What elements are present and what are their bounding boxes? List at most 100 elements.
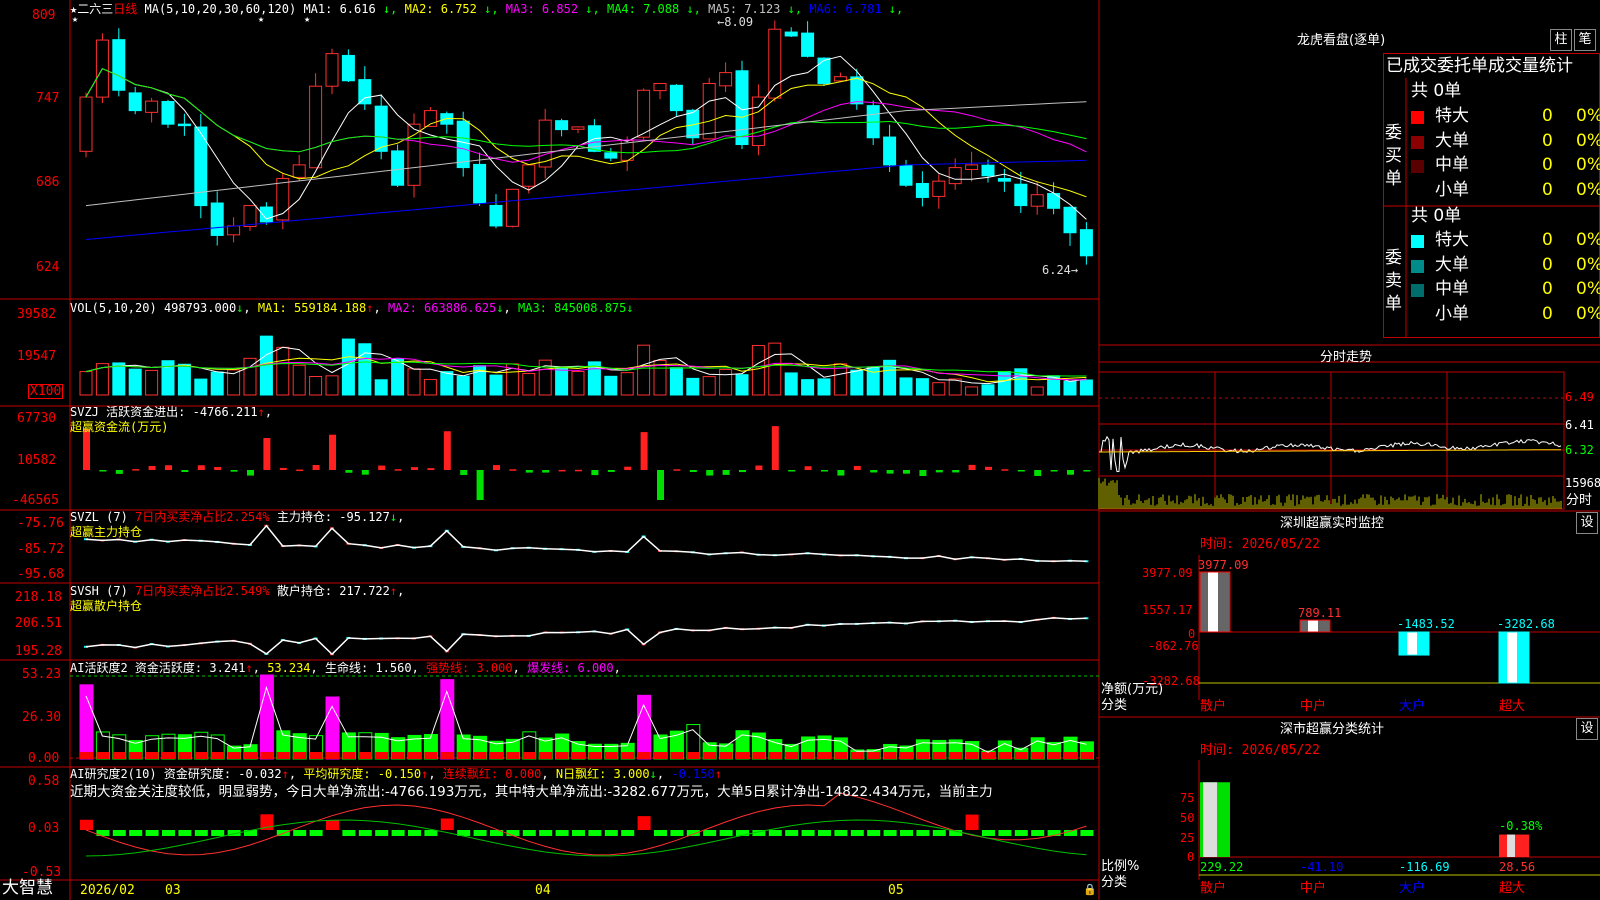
- svzl-header: SVZL (7) 7日内买卖净占比2.254% 主力持仓: -95.127↓,: [70, 510, 405, 524]
- candle: [227, 225, 241, 236]
- buy-row-percent-2: 0%: [1576, 155, 1600, 175]
- period-label[interactable]: 日线: [113, 2, 137, 16]
- candle: [719, 72, 733, 87]
- ma-label-6: MA6: 6.781: [809, 2, 889, 16]
- classify-category-1: 中户: [1300, 881, 1327, 896]
- activity-base: [1031, 752, 1045, 759]
- flow-bar: [132, 469, 140, 471]
- svzj-chart: [83, 426, 1091, 500]
- flow-bar: [821, 470, 828, 472]
- research-bar: [801, 830, 815, 836]
- volume-bar: [735, 374, 749, 396]
- activity-base: [457, 752, 471, 759]
- monitor-category-2: 大户: [1399, 699, 1426, 714]
- flow-bar: [722, 470, 730, 475]
- flow-bar: [247, 470, 254, 476]
- activity-base: [194, 752, 208, 759]
- bar-view-button[interactable]: 柱: [1550, 29, 1572, 51]
- research-bar: [391, 830, 405, 836]
- activity-base: [637, 752, 651, 759]
- classify-value-label-0: 229.22: [1200, 860, 1244, 874]
- research-bar: [818, 830, 831, 836]
- monitor-bar-highlight: [1308, 620, 1318, 632]
- classify-settings-button[interactable]: 设: [1576, 718, 1598, 740]
- research-bar: [162, 830, 175, 836]
- longhu-header: 已成交委托单成交量统计: [1386, 56, 1573, 76]
- tick-view-button[interactable]: 笔: [1574, 29, 1596, 51]
- classify-bar-3: [1499, 834, 1529, 857]
- flow-bar: [968, 464, 976, 470]
- research-bar: [621, 830, 635, 836]
- activity-base: [752, 752, 766, 759]
- activity-base: [424, 752, 438, 759]
- volume-bar: [1063, 380, 1077, 396]
- flow-bar: [230, 470, 238, 472]
- volume-bar: [145, 369, 159, 396]
- sell-total: 共 0单: [1411, 206, 1462, 226]
- volume-bar: [768, 342, 782, 396]
- activity-base: [244, 752, 257, 759]
- flow-bar: [558, 469, 566, 472]
- research-bar: [670, 830, 684, 836]
- intraday-vol-label: 15968: [1565, 476, 1600, 490]
- monitor-bar-highlight: [1507, 632, 1517, 683]
- candle: [932, 180, 946, 197]
- flow-bar: [689, 470, 697, 472]
- monitor-bar-0: [1199, 571, 1231, 633]
- volume-bar: [79, 371, 93, 396]
- volume-bar: [571, 370, 585, 396]
- candle: [210, 202, 224, 236]
- activity-base: [490, 752, 503, 759]
- date-label-4: 05: [888, 883, 904, 898]
- candle: [915, 182, 929, 198]
- candle: [391, 150, 405, 186]
- monitor-bar-highlight: [1208, 572, 1218, 632]
- activity-base: [670, 752, 684, 759]
- candle: [637, 89, 651, 138]
- buy-swatch-2: [1411, 160, 1424, 173]
- candle: [784, 31, 798, 37]
- classify-value-label-2: -116.69: [1399, 860, 1450, 874]
- monitor-ylabel: 净额(万元): [1101, 682, 1164, 697]
- volume-bar: [112, 362, 126, 396]
- research-bar: [522, 830, 536, 836]
- volume-bar: [128, 368, 142, 396]
- activity-base: [211, 752, 225, 759]
- monitor-axis-2: 1557.17: [1142, 603, 1193, 617]
- candle: [177, 123, 191, 127]
- flow-bar: [837, 470, 845, 476]
- candle: [981, 164, 995, 177]
- candle: [883, 136, 897, 166]
- ma-arrow-4: ↓,: [686, 2, 709, 16]
- candle: [899, 165, 913, 186]
- research-bar: [932, 830, 946, 836]
- flow-bar: [476, 470, 484, 500]
- intraday-title: 分时走势: [1320, 350, 1373, 365]
- activity-base: [80, 752, 93, 759]
- research-bar: [982, 830, 995, 836]
- volume-bar: [391, 358, 405, 396]
- classify-bar-0: [1200, 782, 1230, 857]
- lock-icon[interactable]: 🔒: [1083, 884, 1097, 895]
- research-bar: [112, 830, 126, 836]
- monitor-settings-button[interactable]: 设: [1576, 512, 1598, 534]
- volume-bar: [915, 378, 929, 396]
- stock-name[interactable]: 二六三: [77, 2, 113, 16]
- volume-bar: [522, 372, 536, 396]
- research-bar: [768, 830, 782, 836]
- volume-bar: [489, 374, 503, 396]
- sell-row-value-0: 0: [1542, 230, 1553, 250]
- activity-base: [703, 752, 717, 759]
- candle: [555, 120, 569, 131]
- ma-label-5: MA5: 7.123: [708, 2, 788, 16]
- classify-axis-3: 25: [1180, 831, 1195, 845]
- vol-unit-button[interactable]: X100: [28, 384, 64, 399]
- flow-bar: [525, 470, 533, 473]
- research-bar: [588, 830, 602, 836]
- sell-row-value-3: 0: [1542, 303, 1553, 324]
- research-bar: [211, 830, 225, 836]
- activity-base: [719, 752, 733, 759]
- sell-swatch-0: [1411, 235, 1424, 248]
- ma-line-2: [85, 67, 1087, 198]
- research-bar: [358, 830, 372, 836]
